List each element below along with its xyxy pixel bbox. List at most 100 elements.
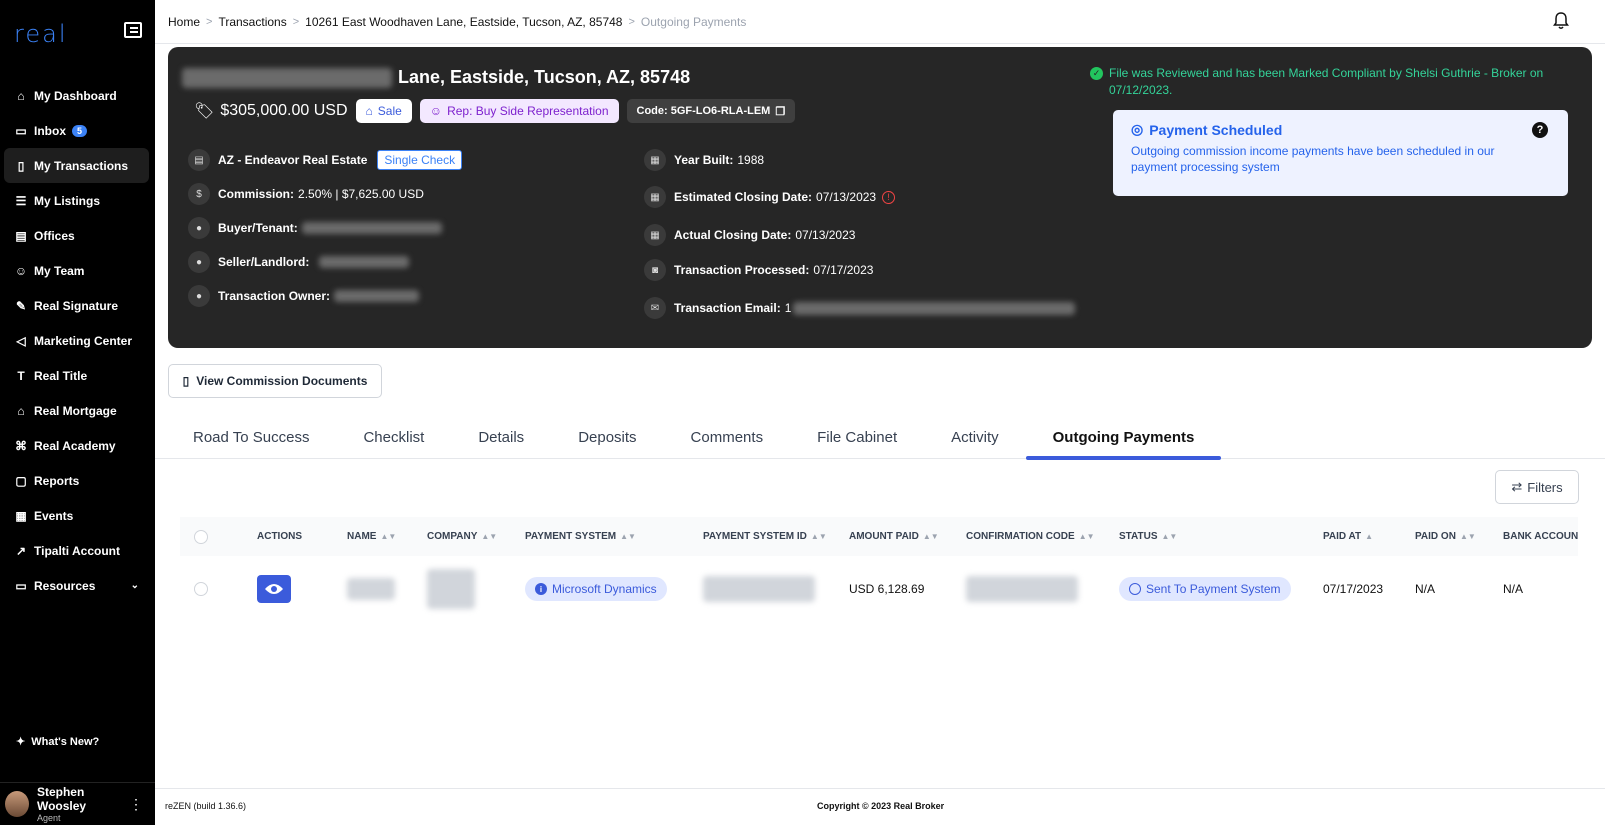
sidebar-item-tipalti[interactable]: ↗ Tipalti Account xyxy=(4,533,149,568)
select-all-checkbox[interactable] xyxy=(194,529,208,544)
chevron-right-icon: > xyxy=(292,15,300,28)
col-amount-paid[interactable]: AMOUNT PAID ▲▼ xyxy=(849,531,939,542)
bank-account: N/A xyxy=(1503,582,1524,596)
col-bank-account[interactable]: BANK ACCOUNT xyxy=(1503,531,1578,542)
buyer-row: ● Buyer/Tenant: xyxy=(188,217,462,239)
sidebar-item-signature[interactable]: ✎ Real Signature xyxy=(4,288,149,323)
col-paid-on[interactable]: PAID ON ▲▼ xyxy=(1415,531,1476,542)
tab-activity[interactable]: Activity xyxy=(924,415,1026,459)
sidebar-item-academy[interactable]: ⌘ Real Academy xyxy=(4,428,149,463)
title-icon: T xyxy=(17,368,25,383)
copy-icon[interactable]: ❐ xyxy=(775,105,785,118)
payment-scheduled-description: Outgoing commission income payments have… xyxy=(1131,144,1495,174)
bell-icon[interactable] xyxy=(1553,12,1569,30)
sidebar-item-title[interactable]: T Real Title xyxy=(4,358,149,393)
sidebar-item-resources[interactable]: ▭ Resources ⌄ xyxy=(4,568,149,603)
code-pill[interactable]: Code: 5GF-LO6-RLA-LEM ❐ xyxy=(626,99,796,123)
person-icon: ● xyxy=(188,285,210,307)
sort-icon: ▲▼ xyxy=(481,532,498,541)
sidebar-item-transactions[interactable]: ▯ My Transactions xyxy=(4,148,149,183)
whats-new-link[interactable]: ✦ What's New? xyxy=(16,735,99,749)
calendar-check-icon: ▦ xyxy=(644,224,666,246)
amount-paid: USD 6,128.69 xyxy=(849,582,925,596)
rep-pill: ☺ Rep: Buy Side Representation xyxy=(419,99,619,123)
office-row: ▤ AZ - Endeavor Real Estate Single Check xyxy=(188,149,463,171)
price: 🏷 $305,000.00 USD xyxy=(194,102,348,120)
sort-icon: ▲▼ xyxy=(620,532,636,541)
tab-outgoing-payments[interactable]: Outgoing Payments xyxy=(1025,415,1222,460)
chevron-down-icon: ⌄ xyxy=(130,580,139,591)
sidebar-item-offices[interactable]: ▤ Offices xyxy=(4,218,149,253)
col-confirmation-code[interactable]: CONFIRMATION CODE ▲▼ xyxy=(966,531,1095,542)
transaction-tabs: Road To Success Checklist Details Deposi… xyxy=(155,415,1605,460)
compliance-message: ✓ File was Reviewed and has been Marked … xyxy=(1090,65,1570,99)
check-circle-icon: ✓ xyxy=(1090,67,1103,80)
sidebar-item-listings[interactable]: ☰ My Listings xyxy=(4,183,149,218)
sort-icon: ▲▼ xyxy=(1078,532,1095,541)
breadcrumb-home[interactable]: Home xyxy=(168,15,200,29)
tab-road-to-success[interactable]: Road To Success xyxy=(155,415,336,459)
tab-checklist[interactable]: Checklist xyxy=(336,415,451,459)
sort-icon: ▲▼ xyxy=(1459,532,1476,541)
sidebar-item-dashboard[interactable]: ⌂ My Dashboard xyxy=(4,78,149,113)
breadcrumb-current: Outgoing Payments xyxy=(640,14,747,29)
row-checkbox[interactable] xyxy=(194,582,208,596)
real-logo[interactable]: real xyxy=(14,20,67,48)
user-name: Stephen Woosley xyxy=(36,785,87,813)
breadcrumb-transactions[interactable]: Transactions xyxy=(218,15,286,29)
user-menu[interactable]: Stephen Woosley Agent ⋮ xyxy=(0,782,155,825)
sidebar-item-mortgage[interactable]: ⌂ Real Mortgage xyxy=(4,393,149,428)
redacted-address xyxy=(182,67,392,88)
year-built-row: ▦ Year Built: 1988 xyxy=(644,149,1075,171)
col-name[interactable]: NAME ▲▼ xyxy=(347,531,396,542)
tab-details[interactable]: Details xyxy=(451,415,551,459)
col-company[interactable]: COMPANY ▲▼ xyxy=(427,531,497,542)
sidebar-item-reports[interactable]: ▢ Reports xyxy=(4,463,149,498)
view-payment-button[interactable] xyxy=(257,575,291,603)
redacted-name xyxy=(347,578,395,600)
tab-deposits[interactable]: Deposits xyxy=(551,415,663,459)
commission-row: $ Commission: 2.50% | $7,625.00 USD xyxy=(188,183,462,205)
more-vertical-icon[interactable]: ⋮ xyxy=(129,796,143,813)
col-status[interactable]: STATUS ▲▼ xyxy=(1119,531,1177,542)
payment-scheduled-card: ◎ Payment Scheduled Outgoing commission i… xyxy=(1113,110,1568,196)
megaphone-icon: ◁ xyxy=(16,333,26,348)
sidebar-item-events[interactable]: ▦ Events xyxy=(4,498,149,533)
info-column-left: ▤ AZ - Endeavor Real Estate Single Check $… xyxy=(188,149,463,307)
col-payment-system[interactable]: PAYMENT SYSTEM ▲▼ xyxy=(525,531,636,542)
collapse-sidebar-icon[interactable] xyxy=(124,22,142,38)
info-icon: i xyxy=(535,583,547,595)
sidebar-item-marketing[interactable]: ◁ Marketing Center xyxy=(4,323,149,358)
processed-icon: ◙ xyxy=(644,259,666,281)
footer: reZEN (build 1.36.6) Copyright © 2023 Re… xyxy=(155,788,1605,825)
calendar-icon: ▦ xyxy=(644,149,666,171)
col-paid-at[interactable]: PAID AT ▲ xyxy=(1323,531,1373,542)
single-check-badge[interactable]: Single Check xyxy=(377,150,463,170)
warning-icon[interactable]: ! xyxy=(882,190,896,204)
list-icon: ☰ xyxy=(15,193,27,208)
filters-button[interactable]: ⇄ Filters xyxy=(1495,470,1579,504)
calendar-clock-icon: ▦ xyxy=(644,186,666,208)
envelope-icon: ✉ xyxy=(644,297,666,319)
transaction-address: Lane, Eastside, Tucson, AZ, 85748 xyxy=(182,67,690,88)
tab-file-cabinet[interactable]: File Cabinet xyxy=(790,415,924,459)
sort-icon: ▲▼ xyxy=(1161,532,1178,541)
view-commission-documents-button[interactable]: ▯ View Commission Documents xyxy=(168,364,382,398)
sidebar-nav: ⌂ My Dashboard ▭ Inbox 5 ▯ My Transactions ☰… xyxy=(0,78,155,603)
redacted-email xyxy=(793,301,1076,315)
document-icon: ▯ xyxy=(182,374,190,388)
sliders-icon: ⇄ xyxy=(1511,479,1523,494)
sidebar-item-inbox[interactable]: ▭ Inbox 5 xyxy=(4,113,149,148)
breadcrumb-address[interactable]: 10261 East Woodhaven Lane, Eastside, Tuc… xyxy=(305,15,622,29)
sidebar-item-team[interactable]: ☺ My Team xyxy=(4,253,149,288)
help-icon[interactable]: ? xyxy=(1532,122,1548,138)
report-icon: ▢ xyxy=(15,473,27,488)
price-row: 🏷 $305,000.00 USD ⌂ Sale ☺ Rep: Buy Side Re… xyxy=(194,99,796,123)
folder-icon: ▭ xyxy=(15,578,27,593)
tab-comments[interactable]: Comments xyxy=(664,415,791,459)
col-payment-system-id[interactable]: PAYMENT SYSTEM ID ▲▼ xyxy=(703,531,827,542)
email-row: ✉ Transaction Email: 1 xyxy=(644,297,1076,319)
outgoing-payments-table: ACTIONS NAME ▲▼ COMPANY ▲▼ PAYMENT SYSTEM ▲… xyxy=(180,517,1578,622)
tag-icon: 🏷 xyxy=(194,103,215,120)
actual-closing-row: ▦ Actual Closing Date: 07/13/2023 xyxy=(644,224,1075,246)
